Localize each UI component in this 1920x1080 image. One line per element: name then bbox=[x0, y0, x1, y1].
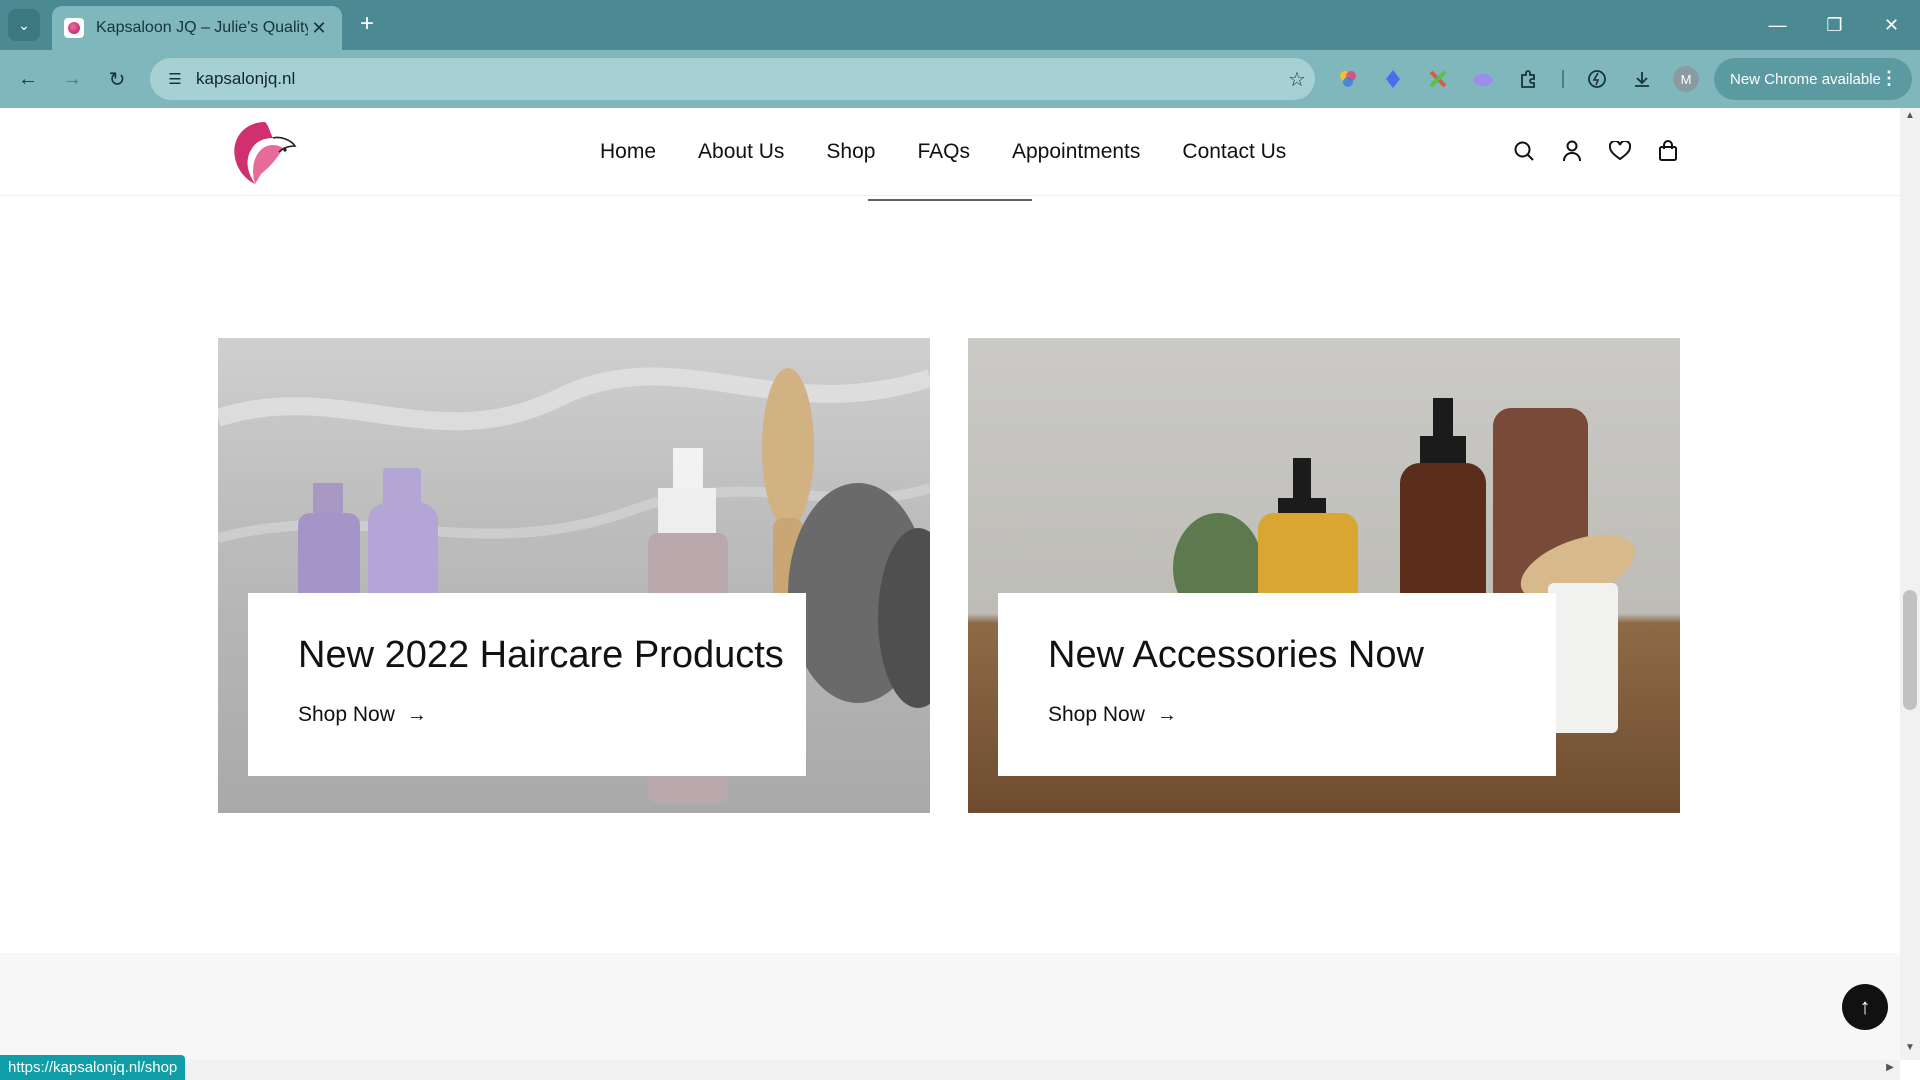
bookmark-star-icon[interactable]: ☆ bbox=[1279, 67, 1315, 92]
forward-button[interactable]: → bbox=[56, 63, 88, 95]
profile-avatar[interactable]: M bbox=[1673, 66, 1699, 92]
horizontal-scrollbar[interactable]: ▶ bbox=[0, 1060, 1900, 1080]
status-bar-url: https://kapsalonjq.nl/shop bbox=[0, 1055, 186, 1080]
browser-tab-active[interactable]: Kapsaloon JQ – Julie's Quality ✕ bbox=[52, 6, 342, 50]
account-icon[interactable] bbox=[1548, 136, 1596, 166]
footer-section bbox=[0, 953, 1900, 1060]
extension-color-icon[interactable] bbox=[1334, 65, 1362, 93]
main-navigation: Home About Us Shop FAQs Appointments Con… bbox=[600, 108, 1328, 196]
chrome-update-button[interactable]: New Chrome available ⋮ bbox=[1714, 58, 1912, 100]
arrow-left-icon: ← bbox=[18, 67, 38, 90]
promo-card: New 2022 Haircare Products Shop Now → bbox=[248, 593, 806, 776]
promo-banner-accessories[interactable]: New Accessories Now Shop Now → bbox=[968, 338, 1680, 813]
nav-contact-us[interactable]: Contact Us bbox=[1182, 140, 1286, 164]
vertical-scrollbar[interactable]: ▲ ▼ bbox=[1900, 108, 1920, 1060]
extension-cross-icon[interactable] bbox=[1424, 65, 1452, 93]
arrow-right-icon: → bbox=[1156, 703, 1177, 726]
scroll-right-icon[interactable]: ▶ bbox=[1882, 1062, 1898, 1078]
scrollbar-thumb[interactable] bbox=[1903, 590, 1917, 710]
new-tab-button[interactable]: + bbox=[352, 10, 382, 40]
site-header: Home About Us Shop FAQs Appointments Con… bbox=[0, 108, 1900, 196]
close-window-button[interactable]: ✕ bbox=[1863, 0, 1920, 50]
search-icon[interactable] bbox=[1500, 136, 1548, 166]
shop-now-link[interactable]: Shop Now → bbox=[1048, 703, 1506, 727]
nav-appointments[interactable]: Appointments bbox=[1012, 140, 1140, 164]
nav-faqs[interactable]: FAQs bbox=[917, 140, 970, 164]
back-button[interactable]: ← bbox=[12, 63, 44, 95]
shop-now-label: Shop Now bbox=[298, 703, 395, 726]
promo-card: New Accessories Now Shop Now → bbox=[998, 593, 1556, 776]
nav-home[interactable]: Home bbox=[600, 140, 656, 164]
toolbar-divider bbox=[1562, 70, 1564, 88]
nav-active-indicator bbox=[868, 199, 1032, 201]
performance-icon[interactable] bbox=[1583, 65, 1611, 93]
cart-bag-icon[interactable] bbox=[1644, 136, 1692, 166]
tab-title: Kapsaloon JQ – Julie's Quality bbox=[96, 19, 308, 36]
minimize-button[interactable]: — bbox=[1749, 0, 1806, 50]
address-url: kapsalonjq.nl bbox=[196, 69, 296, 88]
site-favicon-icon bbox=[64, 18, 84, 38]
promo-title: New 2022 Haircare Products bbox=[298, 634, 784, 676]
close-tab-icon[interactable]: ✕ bbox=[308, 18, 330, 39]
arrow-right-icon: → bbox=[62, 67, 82, 90]
arrow-up-icon: ↑ bbox=[1859, 994, 1871, 1019]
browser-toolbar: ← → ↻ ☰ kapsalonjq.nl ☆ M New Chrome ava… bbox=[0, 50, 1920, 108]
back-to-top-button[interactable]: ↑ bbox=[1842, 984, 1888, 1030]
extension-diamond-icon[interactable] bbox=[1379, 65, 1407, 93]
extensions-puzzle-icon[interactable] bbox=[1514, 65, 1542, 93]
nav-about-us[interactable]: About Us bbox=[698, 140, 784, 164]
header-actions bbox=[1500, 136, 1692, 166]
promo-banner-haircare[interactable]: New 2022 Haircare Products Shop Now → bbox=[218, 338, 930, 813]
more-menu-icon: ⋮ bbox=[1880, 68, 1898, 88]
reload-icon: ↻ bbox=[108, 68, 126, 91]
scroll-down-icon[interactable]: ▼ bbox=[1900, 1042, 1920, 1058]
arrow-right-icon: → bbox=[406, 703, 427, 726]
shop-now-label: Shop Now bbox=[1048, 703, 1145, 726]
update-label: New Chrome available bbox=[1730, 70, 1881, 88]
extension-cloud-icon[interactable] bbox=[1469, 65, 1497, 93]
chevron-down-icon: ⌄ bbox=[18, 16, 30, 33]
page-viewport: Home About Us Shop FAQs Appointments Con… bbox=[0, 108, 1900, 1060]
scroll-up-icon[interactable]: ▲ bbox=[1900, 110, 1920, 126]
download-icon[interactable] bbox=[1628, 65, 1656, 93]
browser-tab-bar: ⌄ Kapsaloon JQ – Julie's Quality ✕ + — ❐… bbox=[0, 0, 1920, 50]
promo-title: New Accessories Now bbox=[1048, 634, 1424, 676]
address-bar[interactable]: ☰ kapsalonjq.nl ☆ bbox=[150, 58, 1315, 100]
tab-search-button[interactable]: ⌄ bbox=[8, 9, 40, 41]
shop-now-link[interactable]: Shop Now → bbox=[298, 703, 756, 727]
site-logo[interactable] bbox=[225, 116, 301, 190]
restore-button[interactable]: ❐ bbox=[1806, 0, 1863, 50]
wishlist-heart-icon[interactable] bbox=[1596, 136, 1644, 166]
window-controls: — ❐ ✕ bbox=[1749, 0, 1920, 50]
reload-button[interactable]: ↻ bbox=[101, 63, 133, 95]
nav-shop[interactable]: Shop bbox=[826, 140, 875, 164]
site-info-icon[interactable]: ☰ bbox=[160, 64, 190, 94]
